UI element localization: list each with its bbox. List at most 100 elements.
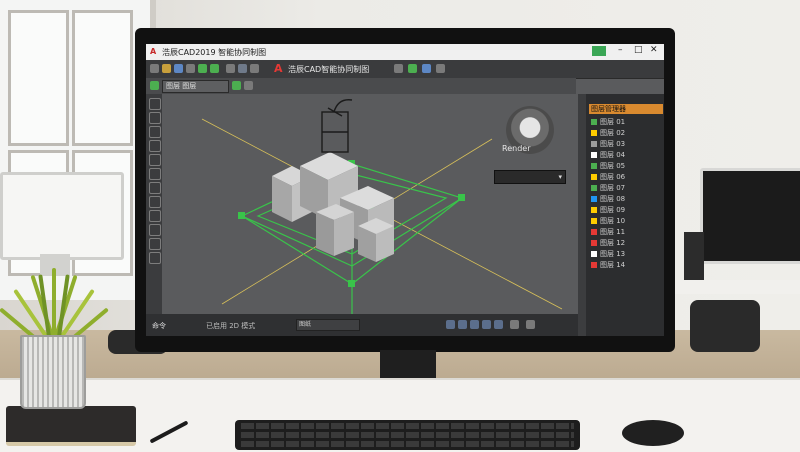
- layer-list-item[interactable]: 图层 02: [591, 129, 625, 138]
- save-button[interactable]: [174, 64, 183, 73]
- layer-tool-button[interactable]: [226, 64, 235, 73]
- hatch-tool-icon[interactable]: [149, 168, 161, 180]
- app-logo: A: [150, 47, 157, 56]
- rotate-tool-icon[interactable]: [149, 210, 161, 222]
- layer-toolbar: 图层 图层: [146, 78, 576, 94]
- layer-color-swatch: [591, 152, 597, 158]
- text-tool-icon[interactable]: [149, 182, 161, 194]
- layer-list-item[interactable]: 图层 04: [591, 151, 625, 160]
- zoom-button[interactable]: [394, 64, 403, 73]
- layer-list-label: 图层 10: [600, 217, 626, 225]
- ribbon-toolbar: A 浩辰CAD智能协同制图: [146, 60, 664, 79]
- layer-list-label: 图层 03: [600, 140, 626, 148]
- line-tool-icon[interactable]: [149, 98, 161, 110]
- panel-scrollbar[interactable]: [578, 94, 586, 336]
- layer-list-item[interactable]: 图层 08: [591, 195, 625, 204]
- redo-button[interactable]: [210, 64, 219, 73]
- layer-list-label: 图层 11: [600, 228, 626, 236]
- background-monitor-left: [0, 172, 124, 260]
- layer-list-item[interactable]: 图层 05: [591, 162, 625, 171]
- cad-application-screen: A 浩辰CAD2019 智能协同制图 – □ ✕ A 浩辰CAD智能协同制图 图…: [146, 44, 664, 336]
- rectangle-tool-icon[interactable]: [149, 154, 161, 166]
- layer-dropdown[interactable]: 图层 图层: [162, 80, 229, 93]
- orbit-button[interactable]: [422, 64, 431, 73]
- layer-list-item[interactable]: 图层 11: [591, 228, 625, 237]
- notebook: [6, 406, 136, 446]
- layer-color-swatch: [591, 229, 597, 235]
- background-chair: [690, 300, 760, 352]
- layer-state-icon[interactable]: [150, 81, 159, 90]
- window-title: 浩辰CAD2019 智能协同制图: [162, 48, 267, 57]
- move-tool-icon[interactable]: [149, 196, 161, 208]
- layer-color-swatch: [591, 196, 597, 202]
- visual-style-dropdown[interactable]: ▾: [494, 170, 566, 184]
- computer-mouse: [622, 420, 684, 446]
- scale-tool-icon[interactable]: [149, 224, 161, 236]
- circle-tool-icon[interactable]: [149, 126, 161, 138]
- new-file-button[interactable]: [150, 64, 159, 73]
- layer-color-swatch: [591, 130, 597, 136]
- chevron-down-icon: ▾: [558, 173, 562, 181]
- layer-color-swatch: [591, 218, 597, 224]
- layer-on-icon[interactable]: [232, 81, 241, 90]
- osnap-toggle[interactable]: [494, 320, 503, 329]
- layer-list-item[interactable]: 图层 14: [591, 261, 625, 270]
- layer-manager-panel: 图层管理器 图层 01 图层 02 图层 03 图层 04 图层 05 图层 06 图层 0…: [578, 94, 664, 336]
- layer-list-label: 图层 12: [600, 239, 626, 247]
- match-button[interactable]: [250, 64, 259, 73]
- layer-color-swatch: [591, 185, 597, 191]
- grid-toggle[interactable]: [446, 320, 455, 329]
- cloud-sync-icon[interactable]: [592, 46, 606, 56]
- layer-list-label: 图层 02: [600, 129, 626, 137]
- plant-pot: [20, 335, 86, 409]
- layer-list-label: 图层 05: [600, 162, 626, 170]
- layer-list-item[interactable]: 图层 06: [591, 173, 625, 182]
- pan-button[interactable]: [408, 64, 417, 73]
- background-speaker: [684, 232, 704, 282]
- properties-button[interactable]: [238, 64, 247, 73]
- layer-list-item[interactable]: 图层 07: [591, 184, 625, 193]
- maximize-button[interactable]: □: [634, 45, 643, 55]
- layer-list-label: 图层 07: [600, 184, 626, 192]
- draw-tool-palette: [146, 94, 162, 314]
- layer-color-swatch: [591, 240, 597, 246]
- viewcube-label: Render: [502, 144, 531, 153]
- layer-list-item[interactable]: 图层 01: [591, 118, 625, 127]
- layer-list-label: 图层 14: [600, 261, 626, 269]
- layer-list-label: 图层 06: [600, 173, 626, 181]
- dimension-tool-icon[interactable]: [149, 252, 161, 264]
- layer-list-item[interactable]: 图层 12: [591, 239, 625, 248]
- snap-toggle[interactable]: [458, 320, 467, 329]
- undo-button[interactable]: [198, 64, 207, 73]
- command-prompt-label: 命令: [152, 322, 166, 330]
- layer-color-swatch: [591, 207, 597, 213]
- ortho-toggle[interactable]: [470, 320, 479, 329]
- polar-toggle[interactable]: [482, 320, 491, 329]
- open-file-button[interactable]: [162, 64, 171, 73]
- layer-color-swatch: [591, 119, 597, 125]
- lineweight-toggle[interactable]: [510, 320, 519, 329]
- layer-freeze-icon[interactable]: [244, 81, 253, 90]
- layer-list-item[interactable]: 图层 10: [591, 217, 625, 226]
- polyline-tool-icon[interactable]: [149, 112, 161, 124]
- arc-tool-icon[interactable]: [149, 140, 161, 152]
- layer-list-label: 图层 13: [600, 250, 626, 258]
- status-coord-text: 已启用 2D 模式: [206, 322, 256, 330]
- minimize-button[interactable]: –: [618, 45, 623, 55]
- layer-list-item[interactable]: 图层 03: [591, 140, 625, 149]
- layout-field[interactable]: 图纸: [296, 319, 360, 331]
- layer-color-swatch: [591, 251, 597, 257]
- layer-list-label: 图层 09: [600, 206, 626, 214]
- layer-list-label: 图层 04: [600, 151, 626, 159]
- layer-list-item[interactable]: 图层 13: [591, 250, 625, 259]
- background-monitor-right: [700, 168, 800, 264]
- window-title-bar: A 浩辰CAD2019 智能协同制图 – □ ✕: [146, 44, 664, 60]
- settings-icon[interactable]: [526, 320, 535, 329]
- ribbon-logo-icon: A: [274, 62, 283, 75]
- print-button[interactable]: [186, 64, 195, 73]
- layer-list-item[interactable]: 图层 09: [591, 206, 625, 215]
- close-button[interactable]: ✕: [650, 45, 658, 55]
- trim-tool-icon[interactable]: [149, 238, 161, 250]
- layer-color-swatch: [591, 174, 597, 180]
- help-button[interactable]: [436, 64, 445, 73]
